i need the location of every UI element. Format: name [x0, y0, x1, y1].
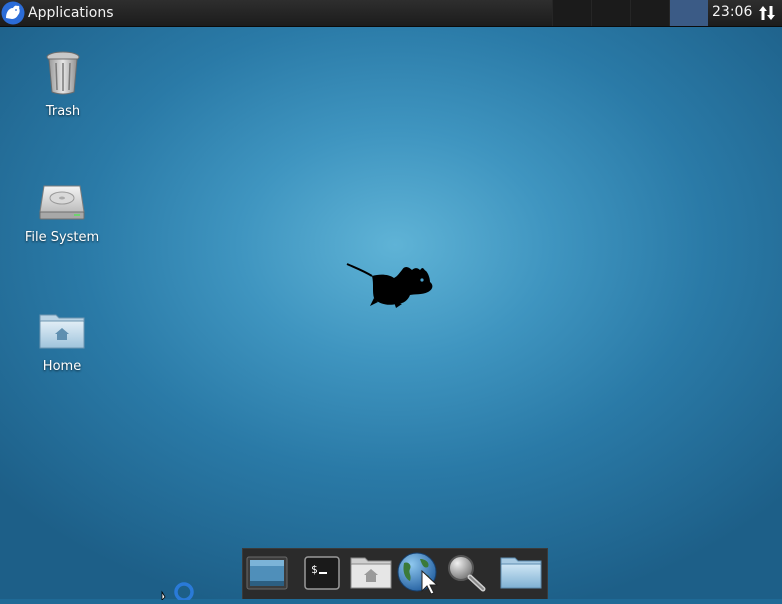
home-folder-icon [38, 311, 86, 355]
trash-icon [45, 50, 81, 100]
dock-folder[interactable] [499, 554, 543, 596]
dock-show-desktop[interactable] [245, 554, 289, 596]
workspace-4-active[interactable] [669, 0, 708, 26]
desktop-icon-file-system[interactable]: File System [17, 182, 107, 245]
applications-label: Applications [28, 5, 114, 21]
clock[interactable]: 23:06 [712, 0, 752, 26]
show-desktop-icon [246, 555, 288, 595]
xfce-mouse-icon [344, 262, 436, 316]
workspace-switcher[interactable] [552, 0, 708, 26]
dock-app-finder[interactable] [445, 554, 489, 596]
globe-icon [396, 551, 442, 599]
workspace-3[interactable] [630, 0, 669, 26]
home-folder-icon [349, 555, 393, 595]
workspace-2[interactable] [591, 0, 630, 26]
svg-text:$: $ [311, 563, 318, 576]
home-label: Home [42, 359, 82, 374]
xfce-logo-icon [1, 1, 25, 25]
terminal-icon: $ [303, 555, 341, 595]
folder-icon [499, 555, 543, 595]
trash-label: Trash [45, 104, 81, 119]
top-panel: Applications 23:06 [0, 0, 782, 27]
dock-web-browser[interactable] [396, 551, 442, 599]
dock-panel: $ [242, 548, 548, 599]
hard-drive-icon [38, 182, 86, 226]
mouse-cursor-busy-icon [160, 580, 196, 604]
file-system-label: File System [24, 230, 100, 245]
dock-terminal[interactable]: $ [300, 554, 344, 596]
workspace-1[interactable] [552, 0, 591, 26]
dock-file-manager[interactable] [349, 554, 393, 596]
network-transfer-icon[interactable] [757, 3, 777, 23]
magnifier-icon [445, 553, 489, 597]
applications-menu-button[interactable]: Applications [0, 0, 114, 26]
desktop-icon-home[interactable]: Home [17, 311, 107, 374]
desktop-icon-trash[interactable]: Trash [18, 50, 108, 119]
